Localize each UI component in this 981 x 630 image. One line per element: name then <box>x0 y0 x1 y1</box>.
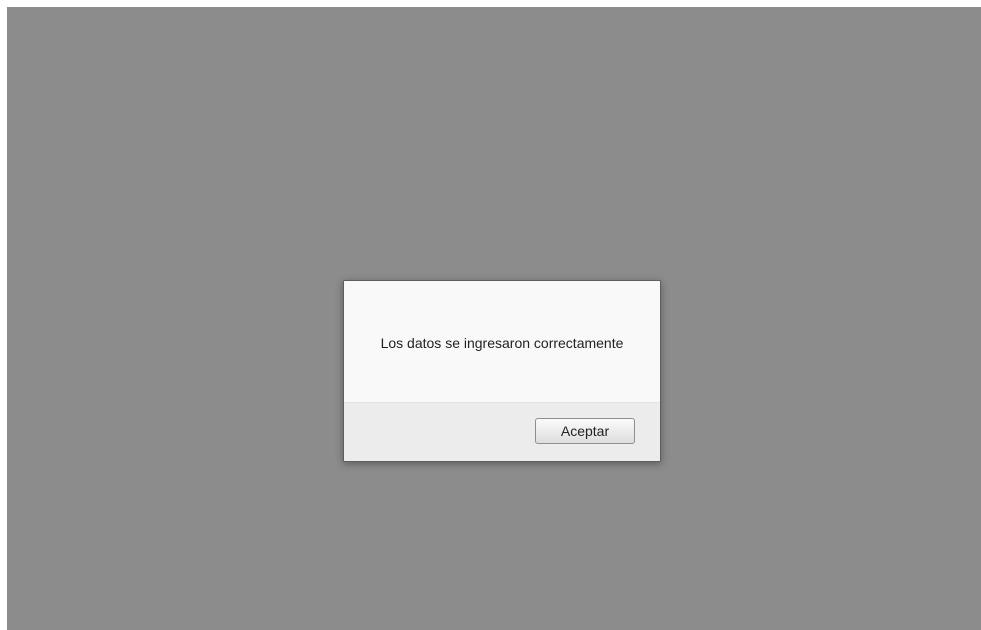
dialog-body: Los datos se ingresaron correctamente <box>344 281 660 403</box>
accept-button[interactable]: Aceptar <box>535 418 635 444</box>
dialog-footer: Aceptar <box>344 403 660 461</box>
dialog-message: Los datos se ingresaron correctamente <box>380 334 624 351</box>
alert-dialog: Los datos se ingresaron correctamente Ac… <box>343 280 661 462</box>
